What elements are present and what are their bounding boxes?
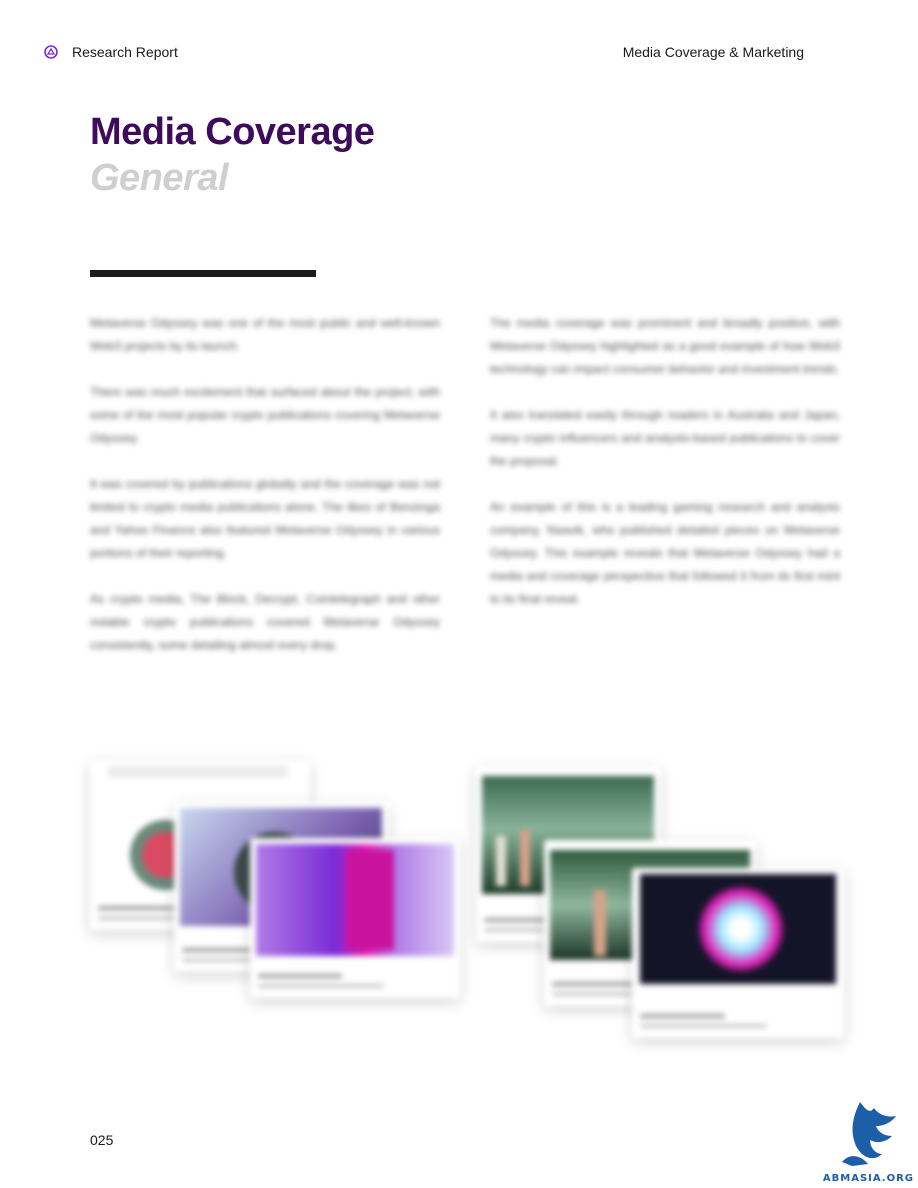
section-label: Media Coverage & Marketing (622, 44, 804, 60)
paragraph: It also translated easily through reader… (490, 408, 840, 468)
paragraph: It was covered by publications globally … (90, 477, 440, 560)
title-divider (90, 270, 316, 277)
body-column-left: Metaverse Odyssey was one of the most pu… (90, 312, 440, 680)
abmasia-watermark-logo (842, 1102, 896, 1166)
body-column-right: The media coverage was prominent and bro… (490, 312, 840, 634)
paragraph: An example of this is a leading gaming r… (490, 500, 840, 606)
paragraph: The media coverage was prominent and bro… (490, 316, 840, 376)
brand-logo-icon (44, 45, 58, 59)
article-screenshot (632, 868, 844, 1038)
paragraph: There was much excitement that surfaced … (90, 385, 440, 445)
paragraph: Metaverse Odyssey was one of the most pu… (90, 316, 440, 353)
page-subtitle: General (90, 157, 229, 199)
page-title: Media Coverage (90, 111, 375, 153)
article-screenshot (250, 838, 460, 998)
paragraph: As crypto media, The Block, Decrypt, Coi… (90, 592, 440, 652)
report-label: Research Report (72, 44, 178, 60)
media-screenshot-collage (0, 740, 918, 1060)
page-number: 025 (90, 1132, 114, 1148)
watermark-text: ABMASIA.ORG (822, 1173, 914, 1184)
header-left: Research Report (44, 44, 178, 60)
